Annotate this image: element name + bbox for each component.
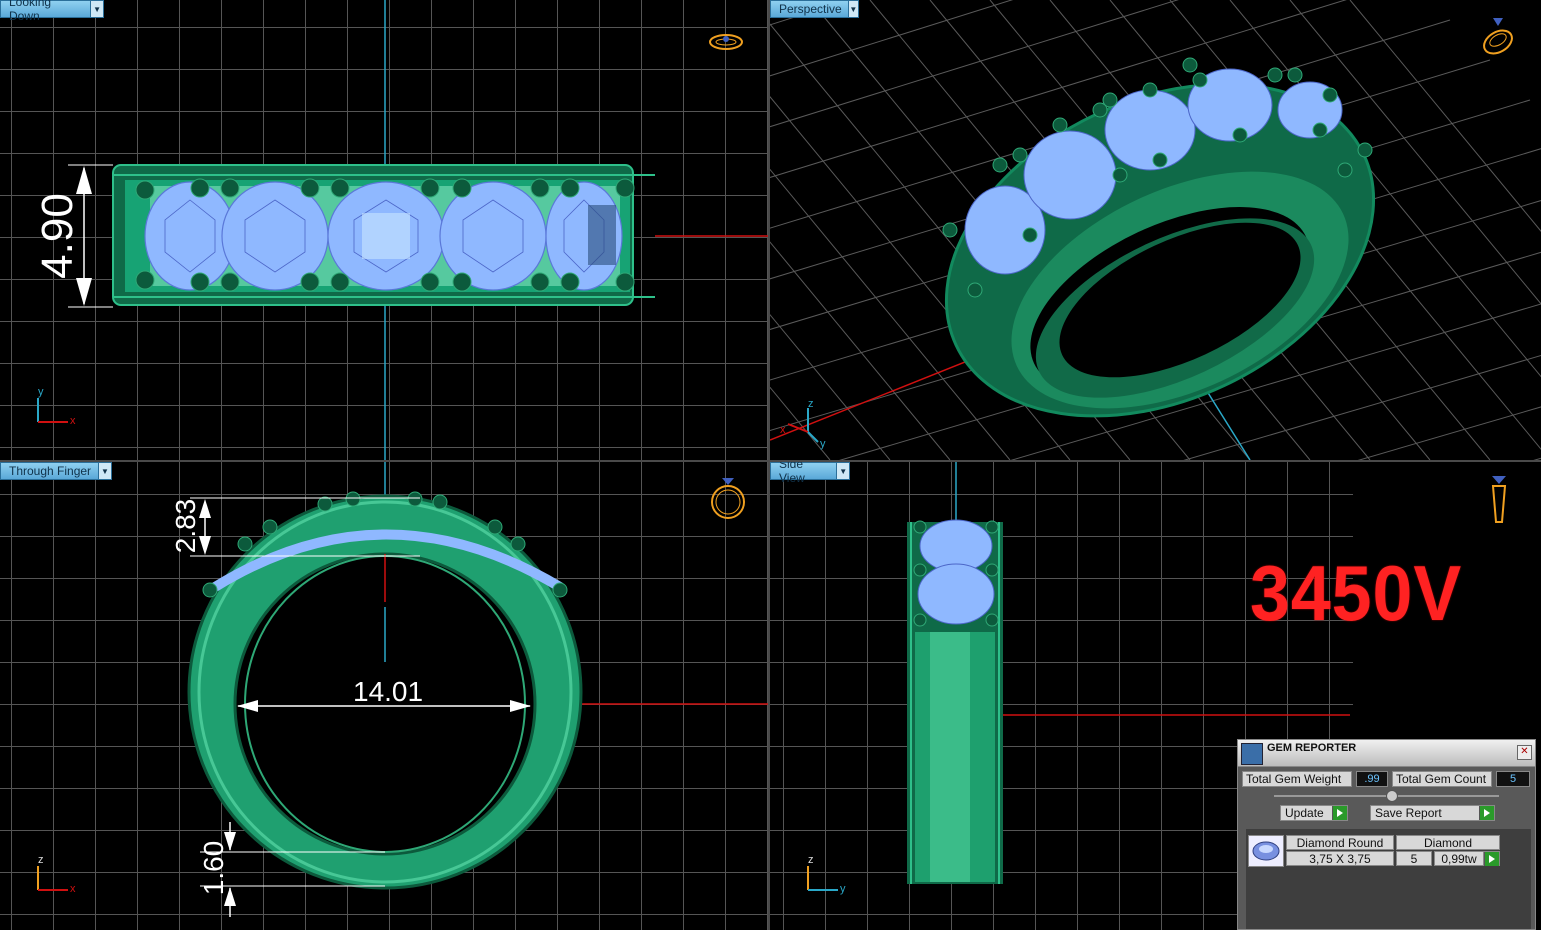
viewport-tab[interactable]: Looking Down ▼ xyxy=(0,0,104,23)
ring-view-icon xyxy=(706,30,746,59)
play-icon xyxy=(1332,806,1347,820)
gem-material: Diamond xyxy=(1396,835,1500,850)
axis-label-v: z xyxy=(808,854,814,866)
axis-triad: z y xyxy=(804,854,849,896)
axis-triad: y x xyxy=(34,386,79,428)
looking-down-render xyxy=(68,0,768,460)
report-icon xyxy=(1241,743,1263,765)
dimension-label: 4.90 xyxy=(33,193,82,279)
gem-summary-row: Total Gem Weight .99 Total Gem Count 5 xyxy=(1242,771,1531,787)
chevron-down-icon[interactable]: ▼ xyxy=(90,1,103,17)
chevron-down-icon[interactable]: ▼ xyxy=(847,1,858,17)
viewport-title: Side View xyxy=(779,462,805,485)
play-icon xyxy=(1479,806,1494,820)
gem-reporter-panel: GEM REPORTER ✕ Total Gem Weight .99 Tota… xyxy=(1237,739,1536,930)
gem-weight: 0,99tw xyxy=(1434,851,1484,866)
total-gem-count-value: 5 xyxy=(1496,771,1530,787)
round-diamond-icon xyxy=(1248,835,1284,867)
ring-view-icon xyxy=(708,472,748,527)
gem-reporter-header[interactable]: GEM REPORTER ✕ xyxy=(1238,740,1535,767)
ring-view-icon xyxy=(1486,472,1512,531)
gem-shape: Diamond Round xyxy=(1286,835,1394,850)
gem-details-button[interactable] xyxy=(1484,851,1500,866)
report-slider[interactable] xyxy=(1274,790,1499,802)
axis-label-h1: x xyxy=(780,424,786,436)
axis-label-v: y xyxy=(38,386,44,398)
viewport-tab[interactable]: Side View ▼ xyxy=(770,462,850,485)
axis-triad: z x y xyxy=(778,396,828,452)
perspective-grid xyxy=(770,0,1541,460)
model-code-label: 3450V xyxy=(1250,549,1463,637)
gem-reporter-body: Total Gem Weight .99 Total Gem Count 5 U… xyxy=(1238,767,1535,929)
save-report-button-label: Save Report xyxy=(1375,806,1442,820)
viewport-looking-down[interactable]: Looking Down ▼ 4.90 y x xyxy=(0,0,768,460)
viewport-tab[interactable]: Through Finger ▼ xyxy=(0,462,112,480)
viewport-through-finger[interactable]: Through Finger ▼ 2.83 14.01 1.60 z x xyxy=(0,462,768,930)
save-report-button[interactable]: Save Report xyxy=(1370,805,1495,821)
total-gem-weight-value: .99 xyxy=(1356,771,1388,787)
ring-view-icon xyxy=(1478,14,1518,63)
gem-list: Diamond Round Diamond 3,75 X 3,75 5 0,99… xyxy=(1246,829,1531,929)
update-button-label: Update xyxy=(1285,806,1324,820)
axis-label-h: x xyxy=(70,883,76,895)
chevron-down-icon[interactable]: ▼ xyxy=(836,463,849,479)
viewport-tab[interactable]: Perspective ▼ xyxy=(770,0,859,18)
axis-label-h: x xyxy=(70,415,76,427)
axis-label-v: z xyxy=(808,398,814,410)
total-gem-count-label: Total Gem Count xyxy=(1392,771,1492,787)
viewport-title: Looking Down xyxy=(9,0,52,23)
viewport-title: Perspective xyxy=(779,2,842,16)
dimension-inner-label: 14.01 xyxy=(353,676,424,707)
update-button[interactable]: Update xyxy=(1280,805,1348,821)
viewport-perspective[interactable]: Perspective ▼ z x y xyxy=(770,0,1541,460)
play-icon xyxy=(1484,852,1499,866)
gem-reporter-title: GEM REPORTER xyxy=(1267,742,1357,754)
slider-knob[interactable] xyxy=(1386,790,1398,802)
close-icon[interactable]: ✕ xyxy=(1517,745,1532,760)
dimension-bottom-label: 1.60 xyxy=(198,840,229,896)
axis-label-h: y xyxy=(840,883,846,895)
axis-label-h2: y xyxy=(820,438,826,450)
total-gem-weight-label: Total Gem Weight xyxy=(1242,771,1352,787)
viewport-title: Through Finger xyxy=(9,464,92,478)
dimension-top-label: 2.83 xyxy=(170,498,201,554)
gem-count: 5 xyxy=(1396,851,1432,866)
chevron-down-icon[interactable]: ▼ xyxy=(98,463,111,479)
axis-triad: z x xyxy=(34,854,79,896)
axis-label-v: z xyxy=(38,854,44,866)
gem-size: 3,75 X 3,75 xyxy=(1286,851,1394,866)
